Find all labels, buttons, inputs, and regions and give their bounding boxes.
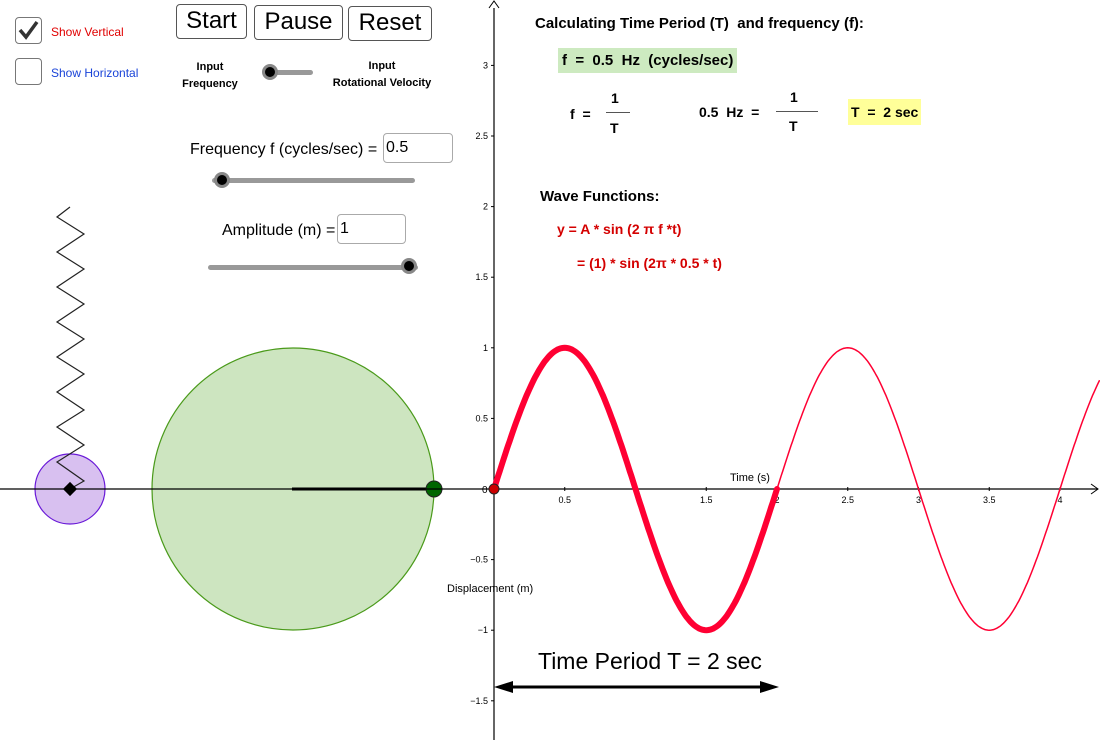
input-frequency-line2: Frequency bbox=[182, 78, 238, 90]
sine-curve-one-period bbox=[491, 344, 780, 634]
x-tick-label: 4 bbox=[1057, 495, 1062, 505]
y-tick-label: −1.5 bbox=[470, 696, 488, 706]
origin-point bbox=[488, 483, 500, 495]
input-frequency-line1: Input bbox=[196, 61, 224, 73]
fraction-denominator: T bbox=[610, 120, 619, 136]
show-horizontal-label[interactable]: Show Horizontal bbox=[51, 66, 138, 80]
wave-equation-specific: = (1) * sin (2π * 0.5 * t) bbox=[577, 255, 722, 271]
y-axis-arrow-icon bbox=[488, 0, 500, 9]
fraction-numerator: 1 bbox=[611, 90, 619, 106]
f-value-equals-label: 0.5 Hz = bbox=[699, 104, 760, 120]
mass-point-diamond bbox=[62, 481, 78, 497]
x-tick-label: 2.5 bbox=[841, 495, 854, 505]
fraction-denominator-2: T bbox=[789, 118, 798, 134]
y-tick-label: −0.5 bbox=[470, 555, 488, 565]
x-tick-label: 1.5 bbox=[700, 495, 713, 505]
y-tick-label: 2 bbox=[483, 202, 488, 212]
frequency-slider[interactable] bbox=[212, 178, 415, 183]
wave-equation-general: y = A * sin (2 π f *t) bbox=[557, 221, 682, 237]
show-vertical-checkbox[interactable] bbox=[15, 17, 42, 44]
frequency-value-box: f = 0.5 Hz (cycles/sec) bbox=[558, 48, 738, 73]
wave-functions-heading: Wave Functions: bbox=[540, 188, 660, 205]
mass-bob bbox=[34, 453, 106, 525]
rotating-point[interactable] bbox=[425, 480, 443, 498]
x-tick-label: 2 bbox=[774, 495, 779, 505]
fraction-bar-2 bbox=[776, 111, 818, 112]
y-tick-label: 0.5 bbox=[475, 413, 488, 423]
show-vertical-label[interactable]: Show Vertical bbox=[51, 25, 124, 39]
origin-label: 0 bbox=[482, 485, 488, 496]
sine-curve bbox=[776, 347, 1100, 631]
period-arrow-left-head bbox=[494, 681, 513, 693]
input-rotational-velocity-label: Input Rotational Velocity bbox=[322, 58, 442, 92]
info-heading: Calculating Time Period (T) and frequenc… bbox=[535, 15, 864, 32]
y-tick-label: 1 bbox=[483, 343, 488, 353]
y-tick-label: 2.5 bbox=[475, 131, 488, 141]
x-tick-label: 3 bbox=[916, 495, 921, 505]
start-button[interactable]: Start bbox=[176, 4, 247, 39]
y-axis-label: Displacement (m) bbox=[447, 583, 533, 595]
x-axis-arrow-icon bbox=[1090, 483, 1099, 495]
y-tick-label: 3 bbox=[483, 60, 488, 70]
frequency-slider-knob[interactable] bbox=[214, 172, 230, 188]
period-arrow-right-head bbox=[760, 681, 779, 693]
y-tick-label: 1.5 bbox=[475, 272, 488, 282]
show-horizontal-checkbox[interactable] bbox=[15, 58, 42, 85]
spring bbox=[55, 206, 86, 490]
frequency-input[interactable] bbox=[383, 133, 453, 163]
input-rv-line2: Rotational Velocity bbox=[332, 77, 432, 89]
frequency-label: Frequency f (cycles/sec) = bbox=[190, 141, 378, 158]
x-tick-label: 0.5 bbox=[558, 495, 571, 505]
x-tick-label: 3.5 bbox=[983, 495, 996, 505]
amplitude-input[interactable] bbox=[337, 214, 406, 244]
input-frequency-label: Input Frequency bbox=[170, 59, 250, 93]
f-equals-label: f = bbox=[570, 106, 591, 122]
x-axis-label: Time (s) bbox=[730, 472, 770, 484]
y-tick-label: −1 bbox=[478, 625, 488, 635]
input-rv-line1: Input bbox=[368, 60, 396, 72]
checkmark-icon bbox=[18, 20, 39, 40]
graphics-view: 0.5 1.5 2 2.5 3 3.5 4 3 2.5 2 1.5 1 0.5 −0.5 −1 −1.5 Ti… bbox=[0, 0, 1100, 740]
period-result-box: T = 2 sec bbox=[848, 99, 922, 125]
pause-button[interactable]: Pause bbox=[254, 5, 343, 40]
mode-toggle-knob[interactable] bbox=[262, 64, 278, 80]
amplitude-slider-knob[interactable] bbox=[401, 258, 417, 274]
reset-button[interactable]: Reset bbox=[348, 6, 432, 41]
fraction-bar bbox=[606, 112, 630, 113]
fraction-numerator-2: 1 bbox=[790, 89, 798, 105]
amplitude-slider[interactable] bbox=[208, 265, 418, 270]
reference-circle bbox=[151, 347, 435, 631]
period-annotation: Time Period T = 2 sec bbox=[538, 648, 762, 674]
amplitude-label: Amplitude (m) = bbox=[222, 222, 336, 239]
